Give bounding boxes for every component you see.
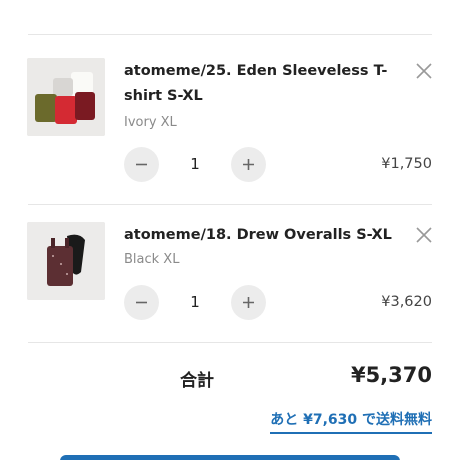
divider xyxy=(28,204,432,205)
minus-icon xyxy=(136,301,147,304)
increment-button[interactable] xyxy=(231,147,266,182)
plus-icon xyxy=(243,159,254,170)
close-icon[interactable] xyxy=(413,224,435,246)
sleeveless-shirts-photo xyxy=(27,58,105,136)
item-price: ¥1,750 xyxy=(381,156,432,172)
decrement-button[interactable] xyxy=(124,147,159,182)
product-image[interactable] xyxy=(27,58,105,136)
total-label: 合計 xyxy=(180,371,214,391)
overalls-photo xyxy=(27,222,105,300)
product-title[interactable]: atomeme/18. Drew Overalls S-XL xyxy=(124,223,404,248)
product-title[interactable]: atomeme/25. Eden Sleeveless T-shirt S-XL xyxy=(124,59,396,109)
quantity-value[interactable]: 1 xyxy=(180,155,210,173)
quantity-value[interactable]: 1 xyxy=(180,293,210,311)
plus-icon xyxy=(243,297,254,308)
item-price: ¥3,620 xyxy=(381,294,432,310)
free-shipping-link[interactable]: あと ¥7,630 で送料無料 xyxy=(270,409,432,434)
minus-icon xyxy=(136,163,147,166)
product-variant: Ivory XL xyxy=(124,115,177,130)
total-value: ¥5,370 xyxy=(350,363,432,387)
close-icon[interactable] xyxy=(413,60,435,82)
increment-button[interactable] xyxy=(231,285,266,320)
checkout-button[interactable] xyxy=(60,455,400,460)
product-variant: Black XL xyxy=(124,252,180,267)
divider xyxy=(28,342,432,343)
product-image[interactable] xyxy=(27,222,105,300)
divider xyxy=(28,34,432,35)
decrement-button[interactable] xyxy=(124,285,159,320)
